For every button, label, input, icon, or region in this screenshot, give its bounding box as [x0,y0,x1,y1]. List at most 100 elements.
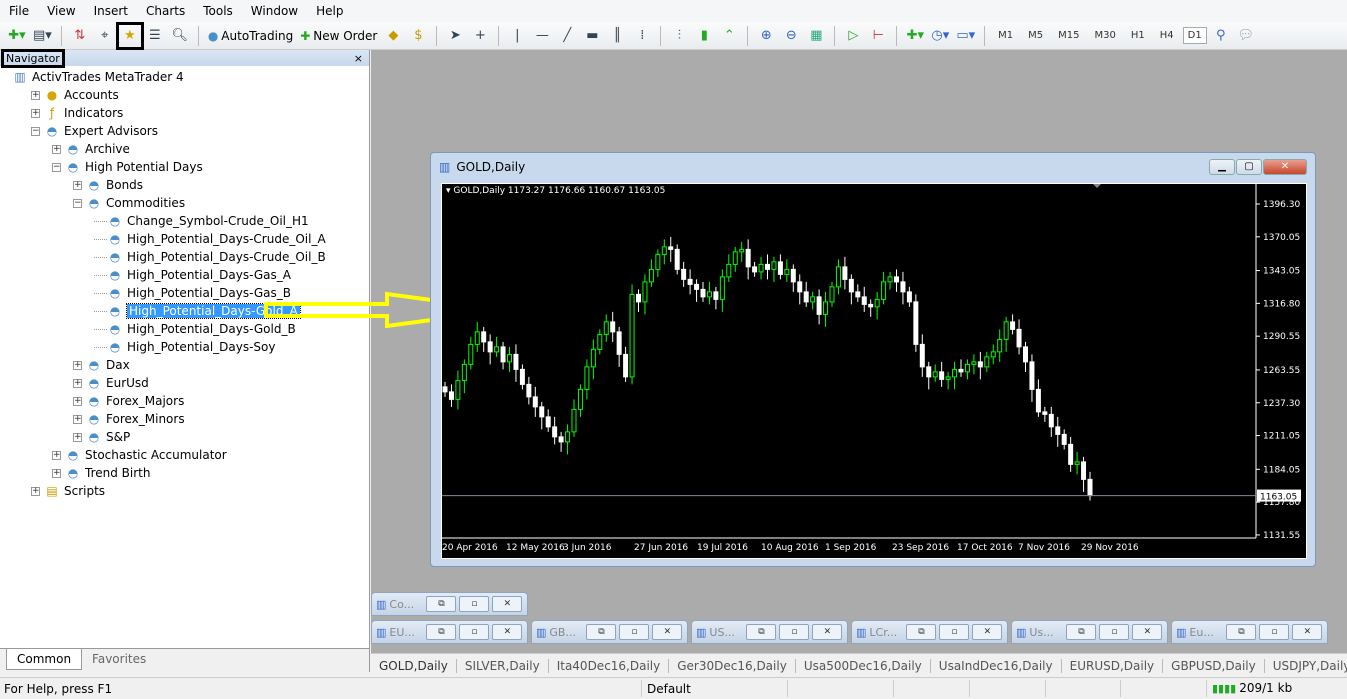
timeframe-m15[interactable]: M15 [1052,30,1085,41]
expand-icon[interactable]: + [52,450,61,460]
menu-window[interactable]: Window [242,4,307,18]
expand-icon[interactable]: + [73,360,82,370]
tree-node[interactable]: + ƒ Indicators [0,104,369,122]
new-order-button[interactable]: ✚ New Order [298,25,379,47]
close-button[interactable]: ✕ [492,624,523,640]
tree-node[interactable]: ◓ High_Potential_Days-Crude_Oil_B [0,248,369,266]
navigator-button[interactable]: ★ [115,21,144,50]
tree-node[interactable]: ▥ ActivTrades MetaTrader 4 [0,68,369,86]
expand-icon[interactable]: + [31,90,40,100]
tree-node[interactable]: ◓ Change_Symbol-Crude_Oil_H1 [0,212,369,230]
chart-tab[interactable]: USDJPY,Daily [1265,659,1347,673]
trendline-button[interactable]: ╱ [556,25,578,47]
tab-common[interactable]: Common [6,649,83,670]
search-button[interactable]: ⚲ [1210,25,1232,47]
strategy-tester-button[interactable]: 🔍︎ [169,25,191,47]
zoom-out-button[interactable]: ⊖ [780,25,802,47]
fibonacci-button[interactable]: ║ [606,25,628,47]
chart-tab[interactable]: GBPUSD,Daily [1163,658,1265,673]
metaeditor-button[interactable]: ◆ [382,25,404,47]
tree-node[interactable]: + ◓ Dax [0,356,369,374]
tree-node[interactable]: + ◓ Bonds [0,176,369,194]
price-chart[interactable]: 1396.30 1370.05 1343.05 1316.80 1290.55 1263.… [441,183,1307,559]
tree-node[interactable]: + ● Accounts [0,86,369,104]
zoom-in-button[interactable]: ⊕ [755,25,777,47]
timeframe-h1[interactable]: H1 [1125,30,1151,41]
chart-tab[interactable]: GOLD,Daily [371,658,457,673]
expand-icon[interactable]: + [73,414,82,424]
close-button[interactable]: ✕ [812,624,843,640]
minimized-chart-window[interactable]: ▥ LCr... ⧉ ▫ ✕ [851,620,1008,644]
menu-help[interactable]: Help [307,4,352,18]
candlestick-button[interactable]: ▮ [693,25,715,47]
tree-node[interactable]: ◓ High_Potential_Days-Gas_A [0,266,369,284]
new-chart-button[interactable]: ✚▾ [6,25,28,47]
timeframe-h4[interactable]: H4 [1154,30,1180,41]
maximize-button[interactable]: ▫ [459,596,490,612]
chart-shift-button[interactable]: ⊢ [867,25,889,47]
expand-icon[interactable]: + [73,396,82,406]
restore-button[interactable]: ⧉ [586,624,617,640]
chart-tab[interactable]: Ger30Dec16,Daily [669,658,796,673]
chart-tab[interactable]: SILVER,Daily [457,658,549,673]
minimized-chart-window[interactable]: ▥ Us... ⧉ ▫ ✕ [1011,620,1168,644]
expand-icon[interactable]: + [73,180,82,190]
menu-tools[interactable]: Tools [194,4,242,18]
restore-button[interactable]: ⧉ [1226,624,1257,640]
restore-button[interactable]: ⧉ [426,624,457,640]
tree-node[interactable]: ◓ High_Potential_Days-Soy [0,338,369,356]
terminal-button[interactable]: ☰ [144,25,166,47]
maximize-button[interactable]: ▫ [1099,624,1130,640]
vertical-line-button[interactable]: | [506,25,528,47]
tree-node[interactable]: + ◓ Forex_Majors [0,392,369,410]
minimized-chart-window[interactable]: ▥ Co... ⧉ ▫ ✕ [371,592,528,616]
chart-tab[interactable]: Ita40Dec16,Daily [549,658,670,673]
close-button[interactable]: ✕ [492,596,523,612]
maximize-button[interactable]: ▫ [779,624,810,640]
tree-node[interactable]: + ◓ Stochastic Accumulator [0,446,369,464]
chat-button[interactable]: 💬︎ [1235,25,1257,47]
tree-node[interactable]: + ◓ S&P [0,428,369,446]
restore-button[interactable]: ⧉ [746,624,777,640]
timeframe-m30[interactable]: M30 [1089,30,1122,41]
line-chart-button[interactable]: ⌃ [718,25,740,47]
menu-insert[interactable]: Insert [85,4,137,18]
bar-chart-button[interactable]: ⫶ [668,25,690,47]
restore-button[interactable]: ⧉ [426,596,457,612]
restore-button[interactable]: ⧉ [1066,624,1097,640]
tree-node[interactable]: + ▤ Scripts [0,482,369,500]
minimized-chart-window[interactable]: ▥ GB... ⧉ ▫ ✕ [531,620,688,644]
autoscroll-button[interactable]: ▷ [842,25,864,47]
chart-tab[interactable]: EURUSD,Daily [1062,658,1164,673]
tree-node[interactable]: − ◓ High Potential Days [0,158,369,176]
cursor-button[interactable]: ➤ [444,25,466,47]
crosshair-button[interactable]: + [469,25,491,47]
tree-node[interactable]: + ◓ Forex_Minors [0,410,369,428]
minimized-chart-window[interactable]: ▥ US... ⧉ ▫ ✕ [691,620,848,644]
profiles-button[interactable]: ▤▾ [31,25,54,47]
tree-node[interactable]: + ◓ EurUsd [0,374,369,392]
expand-icon[interactable]: + [31,486,40,496]
maximize-button[interactable]: ▫ [459,624,490,640]
close-button[interactable]: ✕ [1263,159,1307,175]
horizontal-line-button[interactable]: — [531,25,553,47]
maximize-button[interactable]: ▫ [939,624,970,640]
restore-button[interactable]: ⧉ [906,624,937,640]
maximize-button[interactable]: ▢ [1236,159,1262,175]
close-button[interactable]: ✕ [652,624,683,640]
collapse-icon[interactable]: − [31,126,40,136]
tree-node[interactable]: ◓ High_Potential_Days-Crude_Oil_A [0,230,369,248]
tree-node[interactable]: + ◓ Archive [0,140,369,158]
chart-tab[interactable]: UsaIndDec16,Daily [931,658,1062,673]
tree-node[interactable]: − ◓ Expert Advisors [0,122,369,140]
expand-icon[interactable]: + [52,144,61,154]
collapse-icon[interactable]: − [73,198,82,208]
autotrading-button[interactable]: ● AutoTrading [206,25,295,47]
timeframe-m1[interactable]: M1 [992,30,1019,41]
market-watch-button[interactable]: ⇅ [69,25,91,47]
tree-node[interactable]: − ◓ Commodities [0,194,369,212]
signals-button[interactable]: $ [407,25,429,47]
minimized-chart-window[interactable]: ▥ EU... ⧉ ▫ ✕ [371,620,528,644]
templates-button[interactable]: ▭▾ [954,25,977,47]
channel-button[interactable]: ▬ [581,25,603,47]
